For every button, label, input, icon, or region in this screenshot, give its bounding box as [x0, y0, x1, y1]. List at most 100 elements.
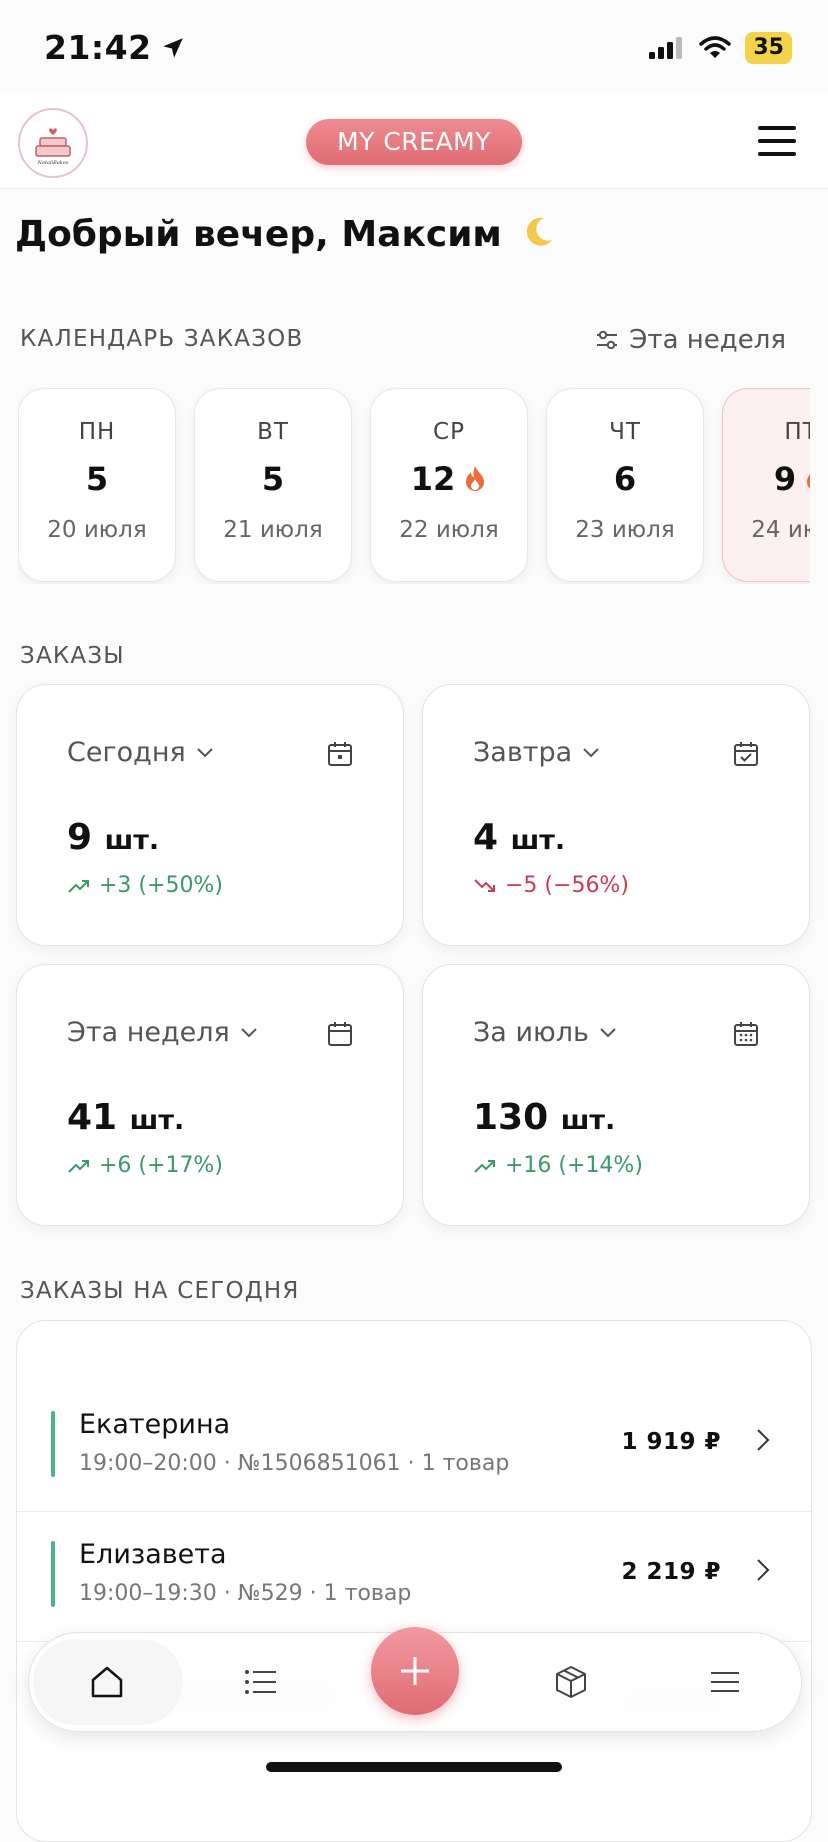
- trend-down-icon: [474, 878, 495, 892]
- chevron-right-icon: [757, 1429, 770, 1451]
- nav-orders-list[interactable]: [211, 1633, 311, 1731]
- stat-period-label: За июль: [473, 1017, 589, 1048]
- day-card-mon[interactable]: ПН 5 20 июля: [18, 388, 176, 582]
- week-filter-button[interactable]: Эта неделя: [595, 325, 786, 355]
- stat-number: 130: [473, 1097, 549, 1138]
- order-meta: 19:00–19:30 · №529 · 1 товар: [79, 1581, 412, 1606]
- day-of-week: ЧТ: [609, 419, 641, 445]
- stat-value: 9 шт.: [67, 817, 159, 858]
- order-price: 1 919 ₽: [621, 1429, 721, 1455]
- day-card-thu[interactable]: ЧТ 6 23 июля: [546, 388, 704, 582]
- fire-icon: [807, 474, 810, 489]
- bottom-navigation: [28, 1627, 802, 1732]
- status-time: 21:42: [44, 28, 186, 67]
- order-row[interactable]: Екатерина 19:00–20:00 · №1506851061 · 1 …: [17, 1383, 811, 1512]
- day-card-fri[interactable]: ПТ 9 24 июля: [722, 388, 810, 582]
- stat-card-month[interactable]: За июль 130 шт. +16 (+14%): [422, 964, 810, 1226]
- day-order-count: 5: [19, 459, 175, 499]
- orders-section-title: ЗАКАЗЫ: [20, 643, 125, 669]
- stat-delta-text: +3 (+50%): [99, 873, 223, 898]
- stat-period-label: Эта неделя: [67, 1017, 230, 1048]
- chevron-down-icon: [600, 1027, 616, 1037]
- brand-button[interactable]: MY CREAMY: [306, 119, 522, 165]
- plus-icon: [401, 1657, 429, 1685]
- day-date: 24 июля: [751, 517, 810, 543]
- calendar-strip[interactable]: ПН 5 20 июля ВТ 5 21 июля СР 12 22 июля …: [18, 388, 810, 584]
- menu-button[interactable]: [758, 126, 796, 156]
- stat-period-label: Завтра: [473, 737, 573, 768]
- stat-number: 4: [473, 817, 499, 858]
- stat-delta: +16 (+14%): [473, 1153, 643, 1178]
- day-count-value: 6: [613, 460, 637, 498]
- order-price: 2 219 ₽: [621, 1559, 721, 1585]
- calendar-week-icon[interactable]: [327, 1021, 353, 1047]
- day-order-count: 6: [547, 459, 703, 499]
- stat-number: 9: [67, 817, 93, 858]
- stat-period-dropdown[interactable]: За июль: [473, 1017, 617, 1048]
- order-status-marker: [51, 1541, 55, 1607]
- day-date: 20 июля: [47, 517, 147, 543]
- week-filter-label: Эта неделя: [629, 325, 786, 355]
- menu-line: [758, 152, 796, 156]
- greeting-heading: Добрый вечер, Максим: [15, 214, 556, 255]
- add-order-button[interactable]: [371, 1627, 459, 1715]
- box-icon: [556, 1666, 586, 1698]
- day-order-count: 9: [723, 459, 810, 499]
- nav-home[interactable]: [57, 1633, 157, 1731]
- order-row[interactable]: Елизавета 19:00–19:30 · №529 · 1 товар 2…: [17, 1513, 811, 1642]
- order-customer-name: Елизавета: [79, 1539, 227, 1570]
- day-date: 23 июля: [575, 517, 675, 543]
- order-meta: 19:00–20:00 · №1506851061 · 1 товар: [79, 1451, 510, 1476]
- today-orders-section-title: ЗАКАЗЫ НА СЕГОДНЯ: [20, 1278, 300, 1304]
- day-card-tue[interactable]: ВТ 5 21 июля: [194, 388, 352, 582]
- stat-number: 41: [67, 1097, 118, 1138]
- stat-delta: +6 (+17%): [67, 1153, 223, 1178]
- chevron-down-icon: [197, 747, 213, 757]
- stat-card-today[interactable]: Сегодня 9 шт. +3 (+50%): [16, 684, 404, 946]
- day-date: 22 июля: [399, 517, 499, 543]
- menu-line: [758, 126, 796, 130]
- stat-period-dropdown[interactable]: Эта неделя: [67, 1017, 258, 1048]
- stat-period-dropdown[interactable]: Сегодня: [67, 737, 214, 768]
- stat-unit: шт.: [560, 1105, 616, 1136]
- day-card-wed[interactable]: СР 12 22 июля: [370, 388, 528, 582]
- nav-more[interactable]: [675, 1633, 775, 1731]
- stat-delta-text: −5 (−56%): [505, 873, 629, 898]
- day-of-week: ПТ: [784, 419, 810, 445]
- logo[interactable]: NataliBakes: [18, 108, 88, 178]
- stat-value: 4 шт.: [473, 817, 565, 858]
- order-status-marker: [51, 1411, 55, 1477]
- trend-up-icon: [474, 1159, 495, 1173]
- stat-card-tomorrow[interactable]: Завтра 4 шт. −5 (−56%): [422, 684, 810, 946]
- day-of-week: ВТ: [257, 419, 289, 445]
- day-of-week: ПН: [78, 419, 116, 445]
- nav-products[interactable]: [521, 1633, 621, 1731]
- location-arrow-icon: [162, 37, 183, 58]
- menu-line: [758, 139, 796, 143]
- battery-indicator: 35: [745, 32, 792, 64]
- day-count-value: 9: [773, 460, 797, 498]
- calendar-day-icon[interactable]: [327, 741, 353, 767]
- cake-logo-icon: NataliBakes: [35, 128, 71, 166]
- wifi-icon: [699, 36, 732, 58]
- stat-delta-text: +16 (+14%): [505, 1153, 643, 1178]
- stat-period-dropdown[interactable]: Завтра: [473, 737, 600, 768]
- day-order-count: 12: [371, 459, 527, 499]
- calendar-month-icon[interactable]: [733, 1021, 759, 1047]
- status-time-text: 21:42: [44, 28, 152, 67]
- home-indicator: [266, 1762, 562, 1772]
- stat-delta: +3 (+50%): [67, 873, 223, 898]
- day-count-value: 5: [261, 460, 285, 498]
- calendar-check-icon[interactable]: [733, 741, 759, 767]
- list-icon: [245, 1670, 276, 1694]
- trend-up-icon: [68, 879, 89, 893]
- stat-period-label: Сегодня: [67, 737, 186, 768]
- calendar-section-title: КАЛЕНДАРЬ ЗАКАЗОВ: [20, 326, 304, 352]
- app-header: NataliBakes MY CREAMY: [0, 92, 828, 189]
- stat-card-week[interactable]: Эта неделя 41 шт. +6 (+17%): [16, 964, 404, 1226]
- chevron-down-icon: [241, 1027, 257, 1037]
- stat-unit: шт.: [510, 825, 566, 856]
- stat-value: 41 шт.: [67, 1097, 184, 1138]
- fire-icon: [466, 466, 485, 491]
- trend-up-icon: [68, 1159, 89, 1173]
